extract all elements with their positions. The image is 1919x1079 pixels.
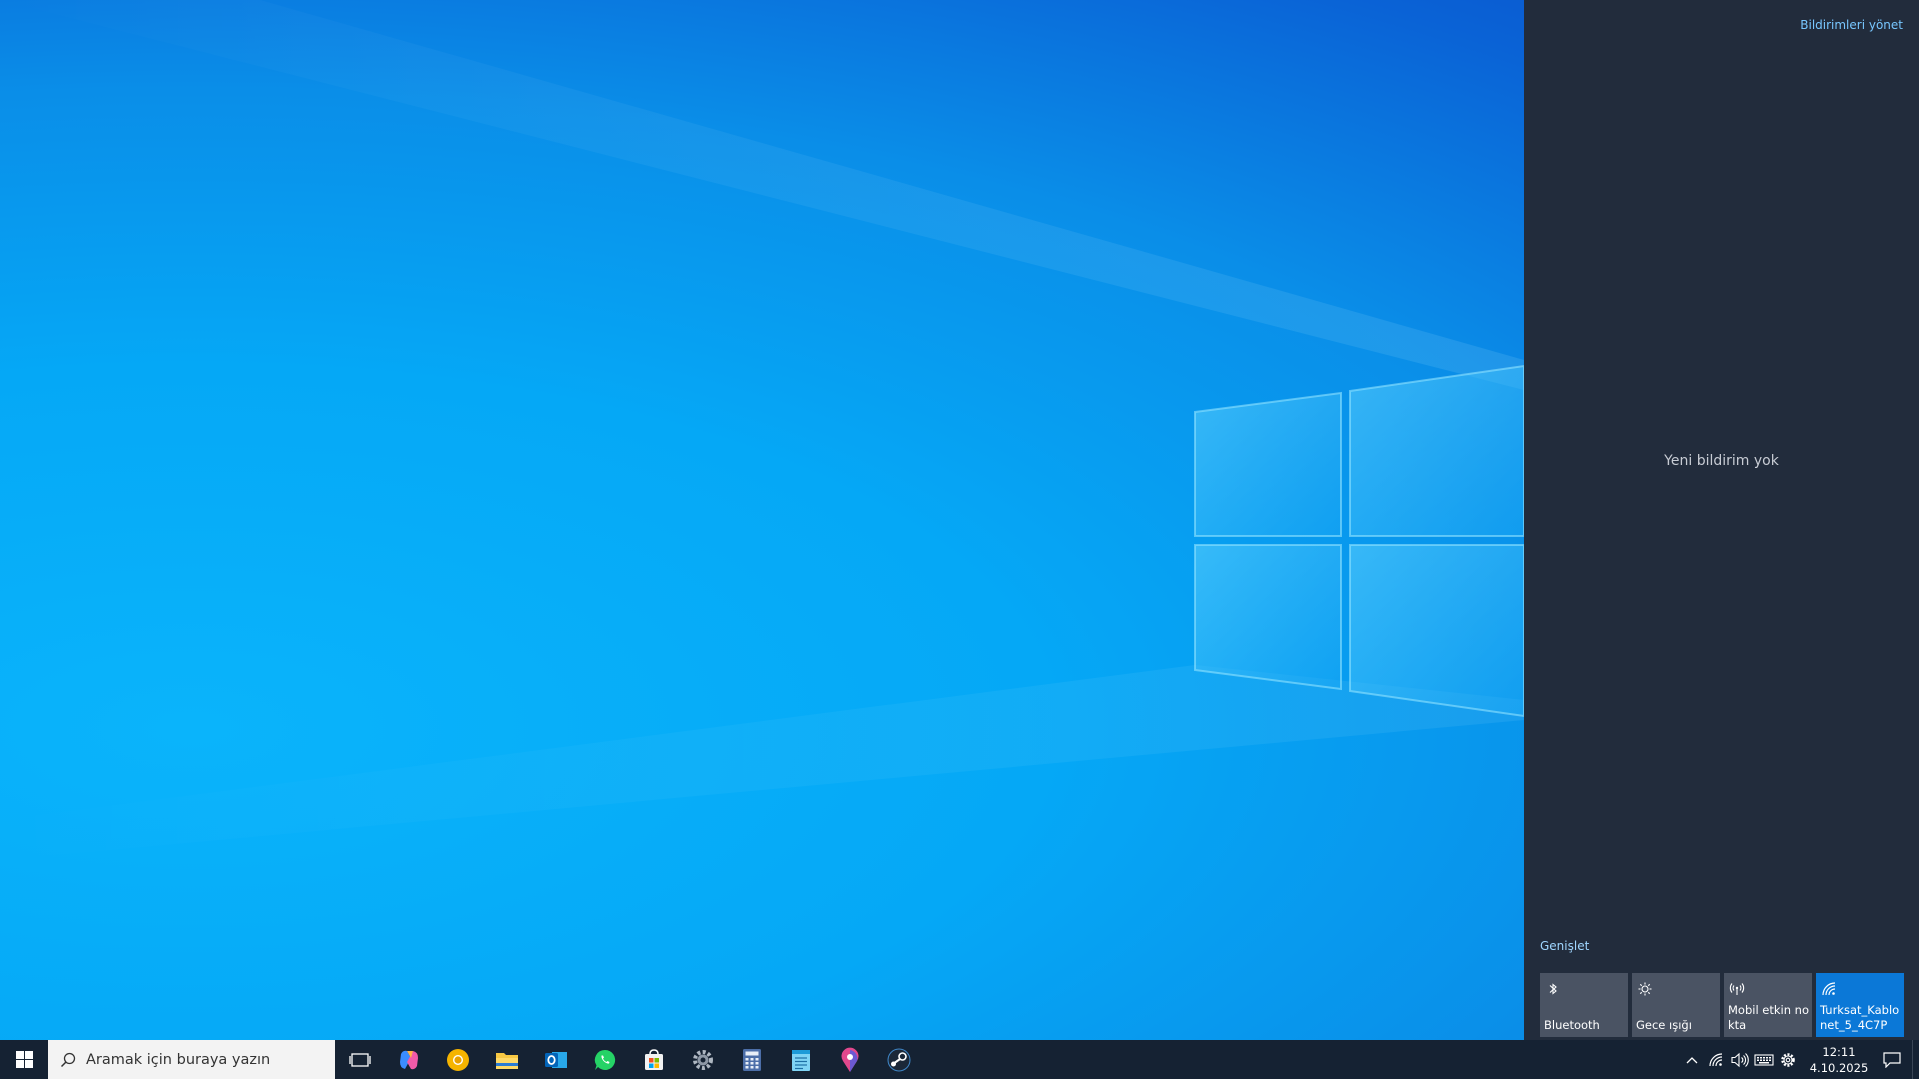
- keyboard-button[interactable]: [1752, 1040, 1776, 1079]
- chevron-up-icon: [1686, 1056, 1698, 1063]
- night-light-icon: [1638, 982, 1652, 996]
- settings-app[interactable]: [678, 1040, 727, 1079]
- search-icon: [60, 1052, 76, 1067]
- clock-date: 4.10.2025: [1809, 1060, 1869, 1075]
- notification-icon: [1883, 1051, 1901, 1068]
- manage-notifications-link[interactable]: Bildirimleri yönet: [1800, 18, 1903, 32]
- action-center-panel: Bildirimleri yönet Yeni bildirim yok Gen…: [1524, 0, 1919, 1040]
- microsoft-store-icon: [644, 1048, 663, 1070]
- screen: Bildirimleri yönet Yeni bildirim yok Gen…: [0, 0, 1919, 1079]
- quick-action-label: Mobil etkin nokta: [1728, 1003, 1810, 1032]
- clock-time: 12:11: [1822, 1044, 1856, 1059]
- network-icon: [1709, 1052, 1723, 1066]
- task-view-icon: [348, 1052, 371, 1067]
- volume-button[interactable]: [1728, 1040, 1752, 1079]
- whatsapp-app[interactable]: [580, 1040, 629, 1079]
- quick-action-label: Turksat_Kablonet_5_4C7P: [1820, 1003, 1900, 1032]
- no-notifications-text: Yeni bildirim yok: [1664, 453, 1779, 469]
- start-button[interactable]: [0, 1040, 48, 1079]
- notepad-app[interactable]: [776, 1040, 825, 1079]
- keyboard-icon: [1754, 1053, 1774, 1066]
- volume-icon: [1731, 1052, 1749, 1067]
- notepad-icon: [791, 1049, 810, 1071]
- quick-action-label: Gece ışığı: [1636, 1018, 1692, 1032]
- wifi-icon: [1822, 982, 1836, 996]
- quick-actions: Bluetooth Gece ışığı Mobil etkin nokta T…: [1540, 973, 1904, 1037]
- settings-icon: [692, 1049, 713, 1070]
- quick-action-label: Bluetooth: [1544, 1018, 1600, 1032]
- calculator-app[interactable]: [727, 1040, 776, 1079]
- show-hidden-icons-button[interactable]: [1680, 1040, 1704, 1079]
- outlook-app[interactable]: [531, 1040, 580, 1079]
- action-center-button[interactable]: [1872, 1040, 1912, 1079]
- quick-action-mobile-hotspot[interactable]: Mobil etkin nokta: [1724, 973, 1812, 1037]
- whatsapp-icon: [594, 1049, 615, 1070]
- taskbar-search-box[interactable]: Aramak için buraya yazın: [48, 1040, 335, 1079]
- network-button[interactable]: [1704, 1040, 1728, 1079]
- steam-icon: [887, 1048, 910, 1071]
- mobile-hotspot-icon: [1729, 983, 1745, 995]
- chrome-canary-app[interactable]: [433, 1040, 482, 1079]
- system-tray: 12:11 4.10.2025: [1680, 1040, 1919, 1079]
- settings-gear-icon: [1781, 1052, 1795, 1067]
- expand-link[interactable]: Genişlet: [1540, 939, 1589, 953]
- copilot-icon: [399, 1050, 418, 1069]
- taskbar-clock[interactable]: 12:11 4.10.2025: [1806, 1040, 1872, 1079]
- maps-icon: [841, 1047, 858, 1072]
- bluetooth-icon: [1549, 983, 1557, 995]
- windows-logo-icon: [15, 1051, 33, 1068]
- quick-action-night-light[interactable]: Gece ışığı: [1632, 973, 1720, 1037]
- file-explorer-icon: [495, 1052, 518, 1069]
- maps-app[interactable]: [825, 1040, 874, 1079]
- calculator-icon: [742, 1048, 761, 1071]
- outlook-icon: [544, 1051, 567, 1068]
- quick-action-bluetooth[interactable]: Bluetooth: [1540, 973, 1628, 1037]
- settings-tray-button[interactable]: [1776, 1040, 1800, 1079]
- microsoft-store-app[interactable]: [629, 1040, 678, 1079]
- file-explorer-app[interactable]: [482, 1040, 531, 1079]
- show-desktop-button[interactable]: [1912, 1040, 1919, 1079]
- copilot-app[interactable]: [384, 1040, 433, 1079]
- chrome-canary-icon: [446, 1048, 469, 1071]
- quick-action-wifi[interactable]: Turksat_Kablonet_5_4C7P: [1816, 973, 1904, 1037]
- taskbar: Aramak için buraya yazın 12:11 4.10.2025: [0, 1040, 1919, 1079]
- task-view-button[interactable]: [335, 1040, 384, 1079]
- steam-app[interactable]: [874, 1040, 923, 1079]
- search-placeholder: Aramak için buraya yazın: [86, 1051, 271, 1068]
